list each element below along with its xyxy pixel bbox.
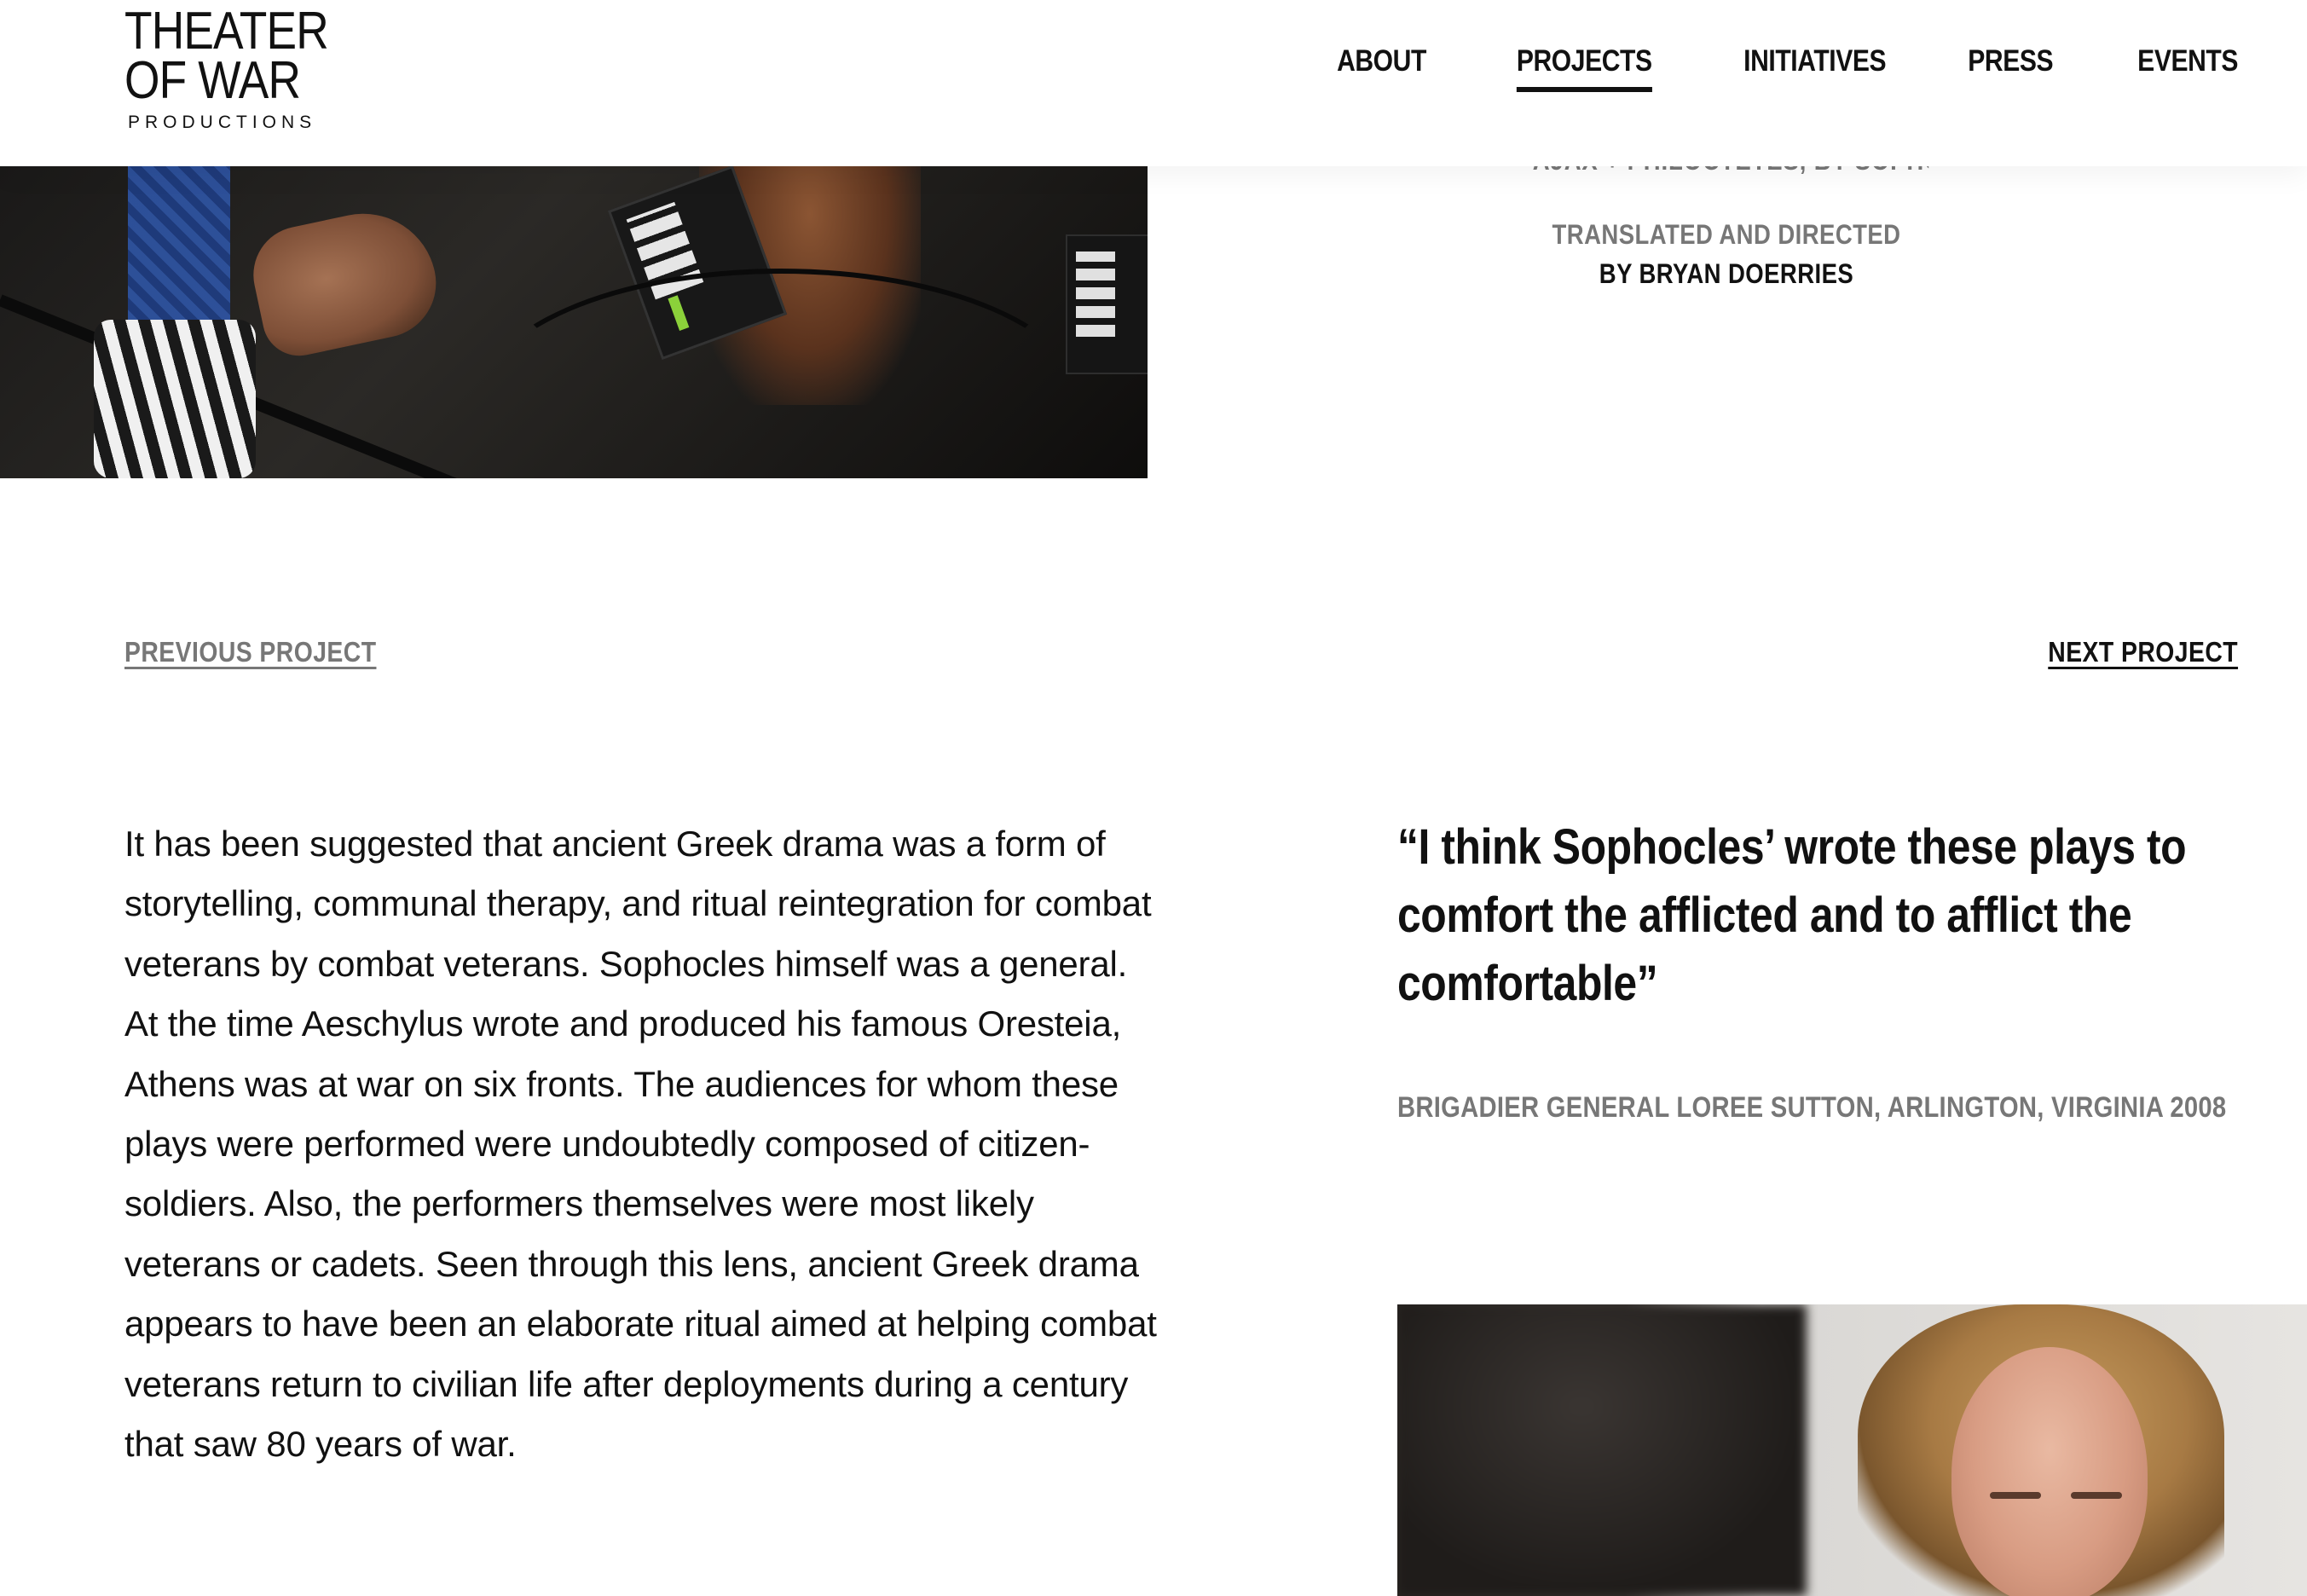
performer-photo	[1397, 1304, 2307, 1596]
project-description: It has been suggested that ancient Greek…	[124, 824, 1157, 1465]
nav-events[interactable]: EVENTS	[2137, 44, 2238, 85]
performer-face	[1951, 1347, 2148, 1596]
striped-sleeve	[94, 320, 256, 478]
logo-line-1: THEATER	[124, 2, 329, 61]
nav-initiatives[interactable]: INITIATIVES	[1743, 44, 1886, 85]
previous-project-link[interactable]: PREVIOUS PROJECT	[124, 636, 376, 668]
quote-attribution: BRIGADIER GENERAL LOREE SUTTON, ARLINGTO…	[1397, 1091, 2227, 1124]
hero-photo	[0, 166, 1148, 478]
nav-projects[interactable]: PROJECTS	[1516, 44, 1652, 92]
photo-background	[1397, 1304, 1807, 1596]
logo-subtitle: PRODUCTIONS	[128, 113, 317, 132]
site-header: THEATER OF WAR PRODUCTIONS ABOUT PROJECT…	[0, 0, 2307, 166]
microphone-flag-secondary	[1066, 234, 1148, 374]
pull-quote: “I think Sophocles’ wrote these plays to…	[1397, 819, 2187, 1011]
nav-about[interactable]: ABOUT	[1337, 44, 1426, 85]
project-page: AJAX + PHILOCTETES, BY SOPHOCLES TRANSLA…	[0, 0, 2307, 1596]
credit-name: BY BRYAN DOERRIES	[1599, 258, 1854, 289]
performer-eye-right	[2071, 1492, 2122, 1499]
main-nav: ABOUT PROJECTS INITIATIVES PRESS EVENTS	[1254, 44, 2238, 92]
performer-eye-left	[1990, 1492, 2041, 1499]
logo-line-2: OF WAR	[124, 51, 301, 110]
site-logo[interactable]: THEATER OF WAR PRODUCTIONS	[124, 2, 329, 143]
credit-block: TRANSLATED AND DIRECTED BY BRYAN DOERRIE…	[1471, 215, 1982, 293]
nav-press[interactable]: PRESS	[1968, 44, 2053, 85]
credit-role: TRANSLATED AND DIRECTED	[1552, 219, 1901, 250]
hand	[244, 200, 447, 363]
mic-cable	[477, 269, 1084, 478]
next-project-link[interactable]: NEXT PROJECT	[2048, 636, 2238, 668]
